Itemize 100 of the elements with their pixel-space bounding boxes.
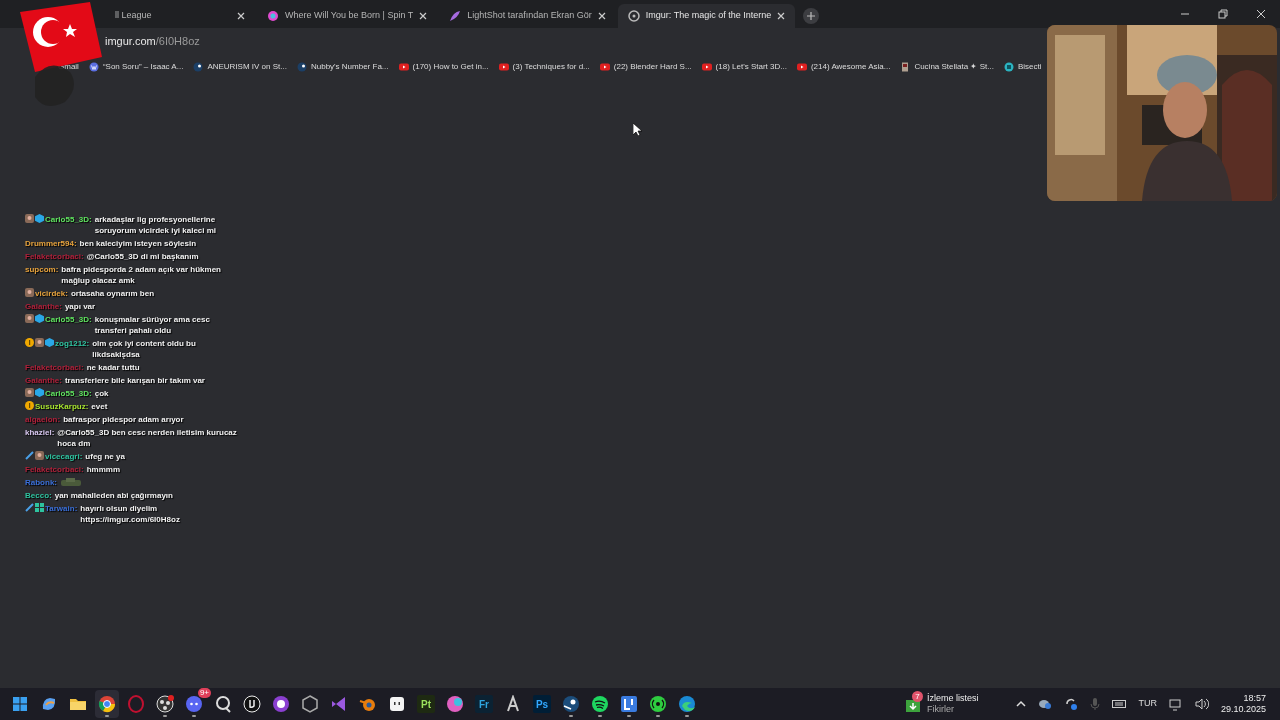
letter-a-icon[interactable] (504, 695, 522, 713)
close-icon[interactable] (1256, 9, 1266, 19)
network-icon[interactable] (1168, 697, 1183, 711)
chat-username: Carlo55_3D: (45, 315, 92, 324)
chat-username: Carlo55_3D: (45, 389, 92, 398)
chat-message: yapı var (64, 301, 96, 312)
close-icon[interactable] (597, 12, 606, 20)
edge-icon[interactable] (678, 695, 696, 713)
chat-username: khaziel: (25, 428, 55, 437)
feather-icon (449, 10, 462, 22)
chat-username: Felaketcorbaci: (25, 252, 84, 261)
copilot-icon[interactable] (40, 695, 58, 713)
keyboard-icon[interactable] (1112, 699, 1127, 709)
chat-message: evet (91, 401, 108, 412)
bookmark[interactable]: Bisecti (1003, 61, 1042, 73)
chat-username: supcom: (25, 265, 59, 274)
browser-tab[interactable]: LightShot tarafından Ekran Gör (439, 4, 616, 28)
chat-message: ufeg ne ya (85, 451, 125, 462)
browser-tab[interactable]: Where Will You be Born | Spin T (257, 4, 438, 28)
chat-message: arkadaşlar lig profesyonellerine soruyorum vicirdek iyi kaleci mi (94, 214, 218, 236)
chat-message: hmmmm (86, 464, 121, 475)
widget-subtitle: Fikirler (926, 704, 955, 715)
clock-date[interactable]: 29.10.2025 (1220, 704, 1266, 715)
magnifier-icon[interactable] (214, 695, 232, 713)
orb-icon[interactable] (446, 695, 464, 713)
steam-icon (296, 62, 307, 72)
close-icon[interactable] (419, 12, 428, 20)
chrome-icon[interactable] (98, 695, 116, 713)
chat-username: Carlo55_3D: (45, 215, 92, 224)
chat-message: yan mahalleden abi çağırmayın (54, 490, 173, 501)
chevron-up-icon[interactable] (1016, 700, 1027, 708)
steam-icon[interactable] (562, 695, 580, 713)
u-logo-icon[interactable] (243, 695, 261, 713)
chat-message: @Carlo55_3D di mi başkanım (86, 251, 199, 262)
chat-username: Tarwain: (45, 504, 78, 513)
circle-app-icon[interactable] (272, 695, 290, 713)
app-icon[interactable]: Ps (533, 695, 551, 713)
chat-message: transferlere bile karışan bir takım var (64, 375, 205, 386)
notification-count: 7 (911, 691, 923, 702)
broadcast-icon[interactable] (649, 695, 667, 713)
address-field[interactable]: imgur.com/6I0H8oz (105, 32, 200, 50)
restore-icon[interactable] (1218, 9, 1228, 19)
language-indicator[interactable]: TUR (1138, 697, 1157, 711)
app-icon[interactable]: Fr (475, 695, 493, 713)
bookmark[interactable]: (170) How to Get in... (398, 61, 489, 73)
bookmark[interactable]: (214) Awesome Asia... (796, 61, 891, 73)
stock-chart-icon[interactable] (904, 700, 921, 713)
page-icon (900, 62, 911, 72)
bookmark[interactable]: (22) Blender Hard S... (599, 61, 692, 73)
chat-app-icon[interactable] (185, 695, 203, 713)
bookmark[interactable]: (3) Techniques for d... (498, 61, 590, 73)
close-icon[interactable] (777, 12, 786, 20)
ring-icon[interactable] (127, 695, 145, 713)
chat-username: Drummer594: (25, 239, 77, 248)
spotify-icon[interactable] (591, 695, 609, 713)
widget-title[interactable]: İzleme listesi (926, 693, 979, 704)
notification-count: 9+ (197, 688, 211, 698)
chat-message: bafraspor pidespor adam arıyor (63, 414, 184, 425)
chat-username: vicecagri: (45, 452, 83, 461)
circle-logo-icon (1003, 62, 1014, 72)
browser-tab[interactable]: Imgur: The magic of the Interne (617, 4, 796, 28)
cloud-icon[interactable] (1038, 698, 1053, 710)
chat-message: hayırlı olsun diyelim https://imgur.com/6I0H8oz (80, 503, 181, 525)
steam-icon (193, 62, 204, 72)
face-square-icon[interactable] (388, 695, 406, 713)
play-icon (398, 62, 409, 72)
play-icon (701, 62, 712, 72)
bookmark[interactable]: Cucina Stellata ✦ St... (900, 61, 994, 73)
new-tab-icon[interactable] (803, 8, 820, 24)
app-icon[interactable]: Pt (417, 695, 435, 713)
chat-username: zog1212: (55, 339, 90, 348)
visual-studio-icon[interactable] (330, 695, 348, 713)
chat-message: ne kadar tuttu (86, 362, 140, 373)
imgur-logo-icon (627, 10, 640, 22)
bookmark[interactable]: Nubby's Number Fa... (296, 61, 389, 73)
speaker-icon[interactable] (1194, 698, 1209, 710)
start-icon[interactable] (11, 695, 29, 713)
chat-username: Rabonk: (25, 478, 57, 487)
play-icon (498, 62, 509, 72)
bookmark[interactable]: ANEURISM IV on St... (193, 61, 287, 73)
browser-tab[interactable]: ll League (105, 4, 255, 28)
chat-message: ortasaha oynarım ben (70, 288, 155, 299)
obs-icon[interactable] (156, 695, 174, 713)
chat-username: Becco: (25, 491, 52, 500)
chat-message: çok (94, 388, 109, 399)
chat-username: SusuzKarpuz: (35, 402, 89, 411)
play-icon (599, 62, 610, 72)
l-app-icon[interactable] (620, 695, 638, 713)
clock-time[interactable]: 18:57 (1243, 693, 1266, 704)
chat-username: Felaketcorbaci: (25, 465, 84, 474)
cube-icon[interactable] (301, 695, 319, 713)
wheel-icon (267, 10, 279, 22)
sync-icon[interactable] (1064, 697, 1079, 711)
close-icon[interactable] (237, 12, 245, 20)
chat-username: algaelon: (25, 415, 61, 424)
chat-username: Felaketcorbaci: (25, 363, 84, 372)
chat-username: vicirdek: (35, 289, 68, 298)
bookmark[interactable]: (18) Let's Start 3D... (701, 61, 787, 73)
bookmark[interactable]: “Son Soru” – Isaac A... (88, 61, 184, 73)
wordpress-icon (88, 62, 99, 72)
